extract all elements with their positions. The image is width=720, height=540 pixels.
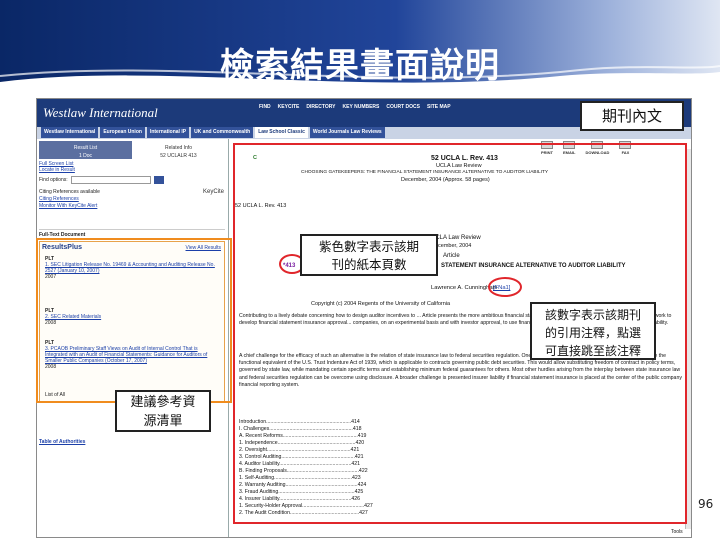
tab-result-list-label: Result List [73,145,98,151]
footnote-callout: 該數字表示該期刊 的引用注釋，點選 可直接跳至該注釋 [530,302,656,360]
tab-result-list-sub: 1 Doc [78,153,93,159]
westlaw-top-nav: FIND KEYCITE DIRECTORY KEY NUMBERS COURT… [259,104,451,110]
reference-note-line: 源清單 [143,414,183,429]
page-number-note-line: 紫色數字表示該期 [318,239,419,254]
footnote-note-line: 的引用注釋，點選 [544,326,641,340]
slide-title: 檢索結果畫面說明 [220,46,500,86]
keycite-logo: KeyCite [202,189,224,195]
page-number-note-line: 刊的紙本頁數 [331,257,407,272]
journal-content-text: 期刊內文 [601,107,662,125]
tab-westlaw-international[interactable]: Westlaw International [41,127,99,138]
tab-result-list[interactable]: Result List 1 Doc [39,141,132,159]
tab-law-school-classic[interactable]: Law School Classic [255,127,308,138]
nav-site-map[interactable]: SITE MAP [427,104,451,110]
result-links: Full Screen List Locate in Result [39,161,225,173]
nav-key-numbers[interactable]: KEY NUMBERS [343,104,380,110]
full-text-document-label[interactable]: Full-Text Document [39,229,225,238]
keycite-alert-link[interactable]: Monitor With KeyCite Alert [39,203,225,210]
find-options: Find options: [39,176,225,184]
tools-link[interactable]: Tools [671,529,683,535]
citing-references-link[interactable]: Citing References [39,196,225,203]
nav-directory[interactable]: DIRECTORY [306,104,335,110]
results-plus-highlight-frame [36,238,232,403]
citing-section: Citing References available Citing Refer… [39,189,225,210]
locate-in-result-link[interactable]: Locate in Result [39,167,225,173]
tab-international-ip[interactable]: International IP [146,127,190,138]
westlaw-logo: Westlaw International [43,105,158,120]
find-go-button[interactable] [153,176,164,184]
tab-related-info[interactable]: Related Info 52 UCLALR 413 [132,141,225,159]
nav-court-docs[interactable]: COURT DOCS [386,104,420,110]
citing-available-label: Citing References available [39,189,100,195]
left-pane-tabs: Result List 1 Doc Related Info 52 UCLALR… [39,141,225,159]
page-number-callout: 紫色數字表示該期 刊的紙本頁數 [300,234,438,276]
slide-page-number: 96 [698,497,714,511]
tab-related-info-sub: 52 UCLALR 413 [160,153,197,159]
footnote-highlight-oval [488,277,522,297]
footnote-note-line: 該數字表示該期刊 [544,308,641,322]
tab-european-union[interactable]: European Union [100,127,145,138]
tab-world-journals[interactable]: World Journals Law Reviews [309,127,385,138]
reference-list-callout: 建議參考資 源清單 [115,390,211,432]
find-options-label: Find options: [39,177,68,183]
footnote-note-line: 可直接跳至該注釋 [544,344,641,358]
nav-keycite[interactable]: KEYCITE [278,104,300,110]
nav-find[interactable]: FIND [259,104,271,110]
find-input[interactable] [70,176,151,184]
tab-related-info-label: Related Info [165,145,192,151]
tab-uk-commonwealth[interactable]: UK and Commonwealth [191,127,254,138]
journal-content-callout: 期刊內文 [580,101,684,131]
table-of-authorities-link[interactable]: Table of Authorities [39,439,225,445]
reference-note-line: 建議參考資 [130,395,196,410]
